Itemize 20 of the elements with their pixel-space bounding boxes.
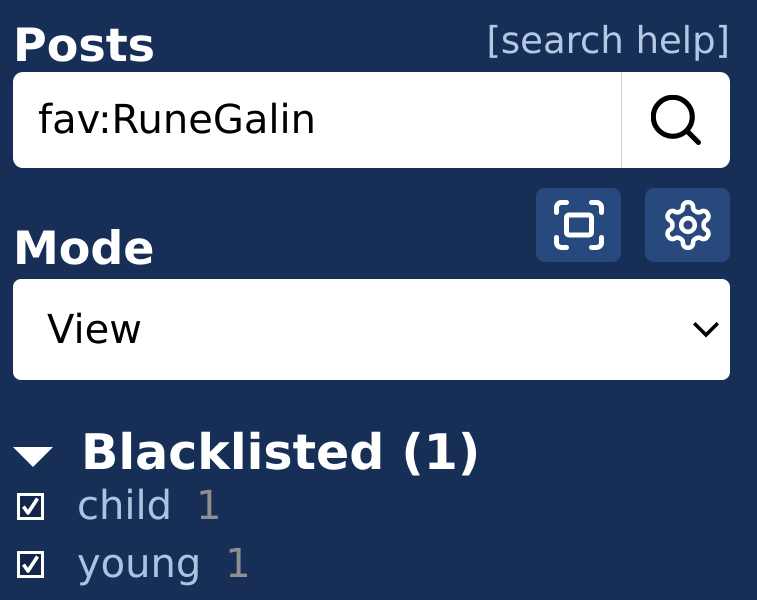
fullscreen-icon bbox=[554, 200, 604, 250]
search-button[interactable] bbox=[621, 72, 730, 168]
blacklist-tag[interactable]: young bbox=[77, 535, 202, 593]
search-field[interactable]: fav:RuneGalin bbox=[13, 72, 621, 168]
settings-button[interactable] bbox=[645, 188, 730, 262]
checkbox[interactable] bbox=[17, 492, 44, 520]
posts-title: Posts bbox=[13, 22, 156, 68]
caret-icon[interactable] bbox=[13, 447, 53, 467]
tag-count: 1 bbox=[196, 482, 222, 531]
blacklist-heading[interactable]: Blacklisted (1) bbox=[81, 428, 480, 477]
chevron-down-icon bbox=[693, 322, 719, 338]
settings-icon bbox=[662, 200, 712, 250]
search-help-link[interactable]: [search help] bbox=[486, 22, 730, 59]
search-icon bbox=[651, 95, 701, 145]
tag-count: 1 bbox=[225, 540, 251, 589]
checkbox[interactable] bbox=[17, 550, 44, 578]
mode-select[interactable]: View bbox=[13, 279, 730, 380]
mode-label: Mode bbox=[13, 225, 155, 271]
fullscreen-button[interactable] bbox=[536, 188, 621, 262]
blacklist-tag[interactable]: child bbox=[77, 477, 172, 535]
